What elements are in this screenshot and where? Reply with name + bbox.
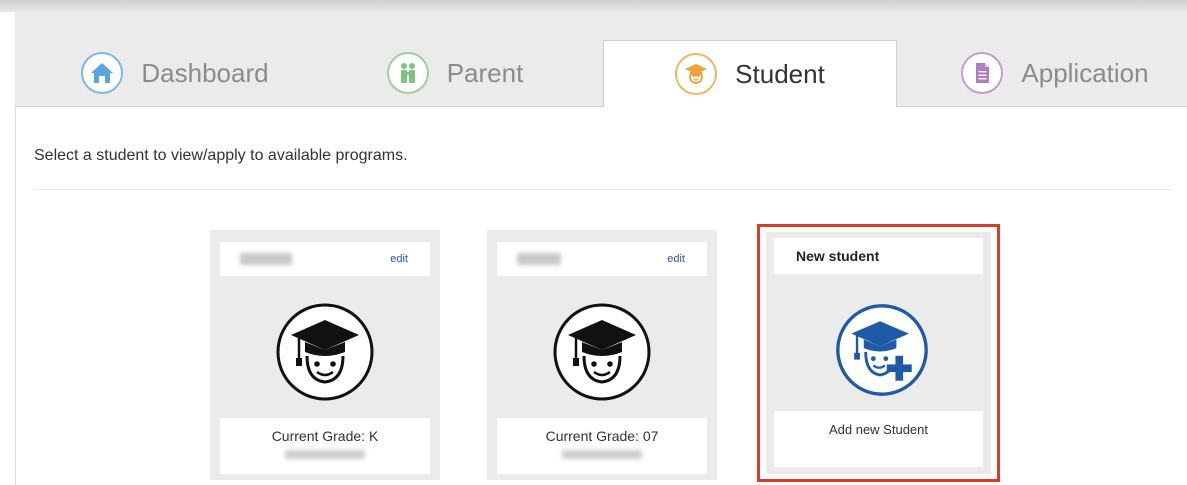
divider: [34, 189, 1172, 190]
new-student-title: New student: [774, 238, 983, 274]
student-icon: [675, 53, 718, 95]
tab-parent-label: Parent: [446, 57, 524, 88]
student-name-redacted: [240, 253, 292, 265]
student-card-header: edit: [497, 242, 707, 276]
student-name-redacted: [517, 253, 561, 265]
parent-icon: [386, 52, 429, 94]
tab-parent[interactable]: Parent: [365, 40, 545, 106]
student-card[interactable]: edit Current Grade: K: [210, 230, 440, 480]
instruction-text: Select a student to view/apply to availa…: [34, 147, 408, 164]
tab-bar: Dashboard Parent Student Application: [15, 12, 1187, 107]
browser-top-edge: [0, 0, 1187, 12]
app-frame: Dashboard Parent Student Application Sel…: [15, 12, 1187, 485]
student-grade: Current Grade: 07: [545, 428, 659, 444]
new-student-card[interactable]: New student Add new Student: [766, 232, 991, 474]
graduate-avatar-icon: [276, 303, 374, 401]
student-grade: Current Grade: K: [271, 428, 379, 444]
tab-application[interactable]: Application: [940, 40, 1170, 106]
edit-student-link[interactable]: edit: [390, 253, 408, 265]
add-new-student-button[interactable]: Add new Student: [774, 411, 983, 467]
student-school-redacted: [285, 450, 365, 459]
student-card[interactable]: edit Current Grade: 07: [487, 230, 717, 480]
tab-dashboard[interactable]: Dashboard: [55, 40, 295, 106]
add-student-icon[interactable]: [834, 302, 930, 398]
tab-application-label: Application: [1021, 57, 1149, 88]
student-card-footer: Current Grade: 07: [497, 418, 707, 474]
new-student-highlight: New student Add new Student: [757, 224, 1000, 482]
tab-student[interactable]: Student: [603, 40, 897, 107]
student-school-redacted: [562, 450, 642, 459]
tab-dashboard-label: Dashboard: [141, 57, 269, 88]
student-card-footer: Current Grade: K: [220, 418, 430, 474]
edit-student-link[interactable]: edit: [667, 253, 685, 265]
tab-student-label: Student: [735, 58, 825, 89]
student-panel: Select a student to view/apply to availa…: [15, 107, 1187, 485]
home-icon: [81, 52, 124, 94]
student-card-header: edit: [220, 242, 430, 276]
graduate-avatar-icon: [553, 303, 651, 401]
application-icon: [961, 52, 1004, 94]
